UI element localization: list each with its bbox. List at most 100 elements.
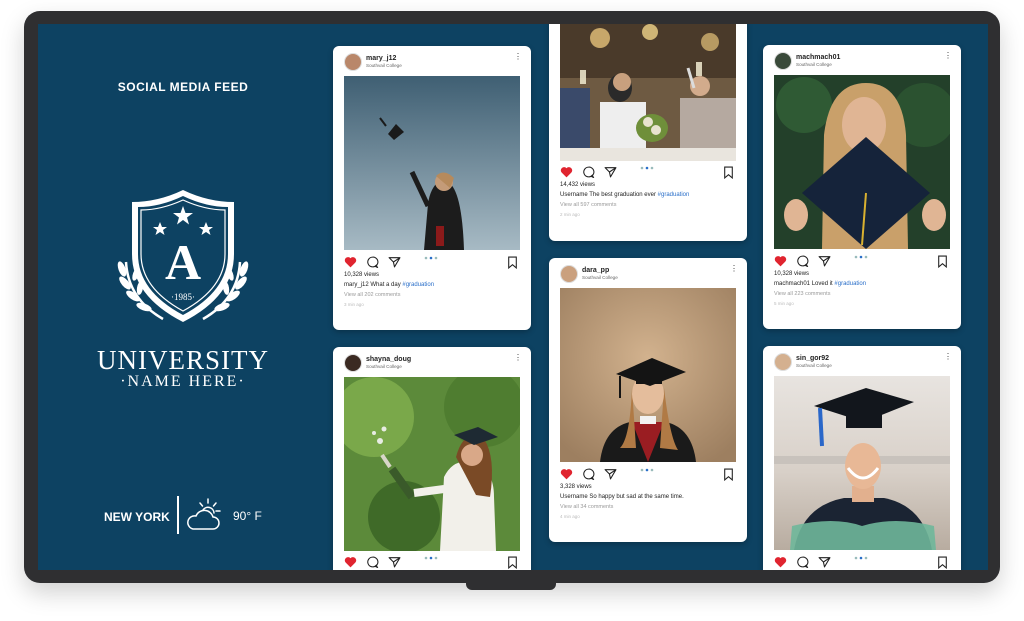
bookmark-icon[interactable] bbox=[723, 166, 734, 179]
feed-title: SOCIAL MEDIA FEED bbox=[117, 80, 249, 94]
hashtag-link[interactable]: #graduation bbox=[834, 281, 866, 287]
post-username[interactable]: shayna_doug bbox=[366, 356, 411, 363]
bookmark-icon[interactable] bbox=[937, 255, 948, 268]
heart-icon[interactable] bbox=[560, 166, 573, 178]
post-photo[interactable] bbox=[560, 288, 736, 462]
city-label: NEW YORK bbox=[104, 510, 170, 524]
share-icon[interactable] bbox=[388, 256, 401, 268]
weather-widget: NEW YORK 90° F bbox=[38, 496, 328, 536]
post-username[interactable]: dara_pp bbox=[582, 267, 609, 274]
post-username[interactable]: mary_j12 bbox=[366, 55, 396, 62]
post-card-banquet[interactable]: 14,432 views Username The best graduatio… bbox=[549, 24, 747, 241]
share-icon[interactable] bbox=[604, 468, 617, 480]
comment-icon[interactable] bbox=[796, 556, 809, 568]
post-college: Southvail College bbox=[796, 363, 832, 368]
post-photo[interactable] bbox=[560, 24, 736, 161]
more-options-icon[interactable]: ⋮ bbox=[944, 52, 952, 60]
post-college: Southvail College bbox=[366, 63, 402, 68]
heart-icon[interactable] bbox=[344, 256, 357, 268]
avatar[interactable] bbox=[774, 52, 792, 70]
more-options-icon[interactable]: ⋮ bbox=[730, 265, 738, 273]
post-username[interactable]: machmach01 bbox=[796, 54, 840, 61]
post-time: 2 min ago bbox=[560, 212, 580, 217]
post-views: 3,328 views bbox=[560, 484, 592, 490]
post-card-mary-j12[interactable]: mary_j12 Southvail College ⋮ 10,328 view… bbox=[333, 46, 531, 330]
avatar[interactable] bbox=[560, 265, 578, 283]
bookmark-icon[interactable] bbox=[937, 556, 948, 569]
post-college: Southvail College bbox=[582, 275, 618, 280]
post-photo[interactable] bbox=[774, 376, 950, 550]
university-name: UNIVERSITY bbox=[97, 345, 269, 375]
post-caption: Username So happy but sad at the same ti… bbox=[560, 494, 684, 500]
post-card-shayna-doug[interactable]: shayna_doug Southvail College ⋮ bbox=[333, 347, 531, 570]
post-card-sin-gor92[interactable]: sin_gor92 Southvail College ⋮ bbox=[763, 346, 961, 570]
post-college: Southvail College bbox=[796, 62, 832, 67]
post-header: sin_gor92 Southvail College ⋮ bbox=[763, 346, 961, 374]
share-icon[interactable] bbox=[818, 255, 831, 267]
post-actions bbox=[560, 468, 736, 482]
heart-icon[interactable] bbox=[344, 556, 357, 568]
weather-divider bbox=[177, 496, 179, 534]
share-icon[interactable] bbox=[388, 556, 401, 568]
carousel-dots bbox=[424, 556, 438, 560]
view-comments-link[interactable]: View all 597 comments bbox=[560, 202, 616, 208]
post-time: 3 min ago bbox=[344, 302, 364, 307]
post-actions bbox=[774, 255, 950, 269]
crest-letter: A bbox=[165, 234, 201, 290]
heart-icon[interactable] bbox=[774, 556, 787, 568]
view-comments-link[interactable]: View all 223 comments bbox=[774, 291, 830, 297]
post-header: shayna_doug Southvail College ⋮ bbox=[333, 347, 531, 375]
avatar[interactable] bbox=[774, 353, 792, 371]
comment-icon[interactable] bbox=[796, 255, 809, 267]
temperature-label: 90° F bbox=[233, 509, 262, 523]
post-actions bbox=[344, 556, 520, 570]
heart-icon[interactable] bbox=[774, 255, 787, 267]
bookmark-icon[interactable] bbox=[723, 468, 734, 481]
post-actions bbox=[560, 166, 736, 180]
more-options-icon[interactable]: ⋮ bbox=[514, 53, 522, 61]
bookmark-icon[interactable] bbox=[507, 556, 518, 569]
share-icon[interactable] bbox=[604, 166, 617, 178]
screen: SOCIAL MEDIA FEED A ·1985· UNIVERSITY ·N… bbox=[38, 24, 988, 570]
more-options-icon[interactable]: ⋮ bbox=[944, 353, 952, 361]
post-actions bbox=[774, 556, 950, 570]
hashtag-link[interactable]: #graduation bbox=[658, 192, 690, 198]
carousel-dots bbox=[854, 255, 868, 259]
bookmark-icon[interactable] bbox=[507, 256, 518, 269]
post-photo[interactable] bbox=[774, 75, 950, 249]
post-photo[interactable] bbox=[344, 76, 520, 250]
sidebar: SOCIAL MEDIA FEED A ·1985· UNIVERSITY ·N… bbox=[38, 24, 328, 570]
comment-icon[interactable] bbox=[366, 256, 379, 268]
post-time: 4 min ago bbox=[560, 514, 580, 519]
avatar[interactable] bbox=[344, 53, 362, 71]
post-views: 10,328 views bbox=[344, 272, 380, 278]
comment-icon[interactable] bbox=[366, 556, 379, 568]
share-icon[interactable] bbox=[818, 556, 831, 568]
post-header: machmach01 Southvail College ⋮ bbox=[763, 45, 961, 73]
comment-icon[interactable] bbox=[582, 468, 595, 480]
heart-icon[interactable] bbox=[560, 468, 573, 480]
avatar[interactable] bbox=[344, 354, 362, 372]
cloud-sun-icon bbox=[187, 498, 221, 530]
view-comments-link[interactable]: View all 34 comments bbox=[560, 504, 613, 510]
post-card-dara-pp[interactable]: dara_pp Southvail College ⋮ 3,328 views … bbox=[549, 258, 747, 542]
carousel-dots bbox=[424, 256, 438, 260]
view-comments-link[interactable]: View all 202 comments bbox=[344, 292, 400, 298]
post-header: dara_pp Southvail College ⋮ bbox=[549, 258, 747, 286]
post-time: 5 min ago bbox=[774, 301, 794, 306]
university-crest-icon: A ·1985· bbox=[117, 190, 249, 322]
more-options-icon[interactable]: ⋮ bbox=[514, 354, 522, 362]
comment-icon[interactable] bbox=[582, 166, 595, 178]
post-username[interactable]: sin_gor92 bbox=[796, 355, 829, 362]
post-photo[interactable] bbox=[344, 377, 520, 551]
crest-year: ·1985· bbox=[171, 292, 195, 302]
post-card-machmach01[interactable]: machmach01 Southvail College ⋮ 10,328 vi… bbox=[763, 45, 961, 329]
university-subname: ·NAME HERE· bbox=[120, 373, 246, 390]
carousel-dots bbox=[854, 556, 868, 560]
post-header: mary_j12 Southvail College ⋮ bbox=[333, 46, 531, 74]
post-actions bbox=[344, 256, 520, 270]
post-college: Southvail College bbox=[366, 364, 402, 369]
hashtag-link[interactable]: #graduation bbox=[402, 282, 434, 288]
carousel-dots bbox=[640, 166, 654, 170]
post-caption: Username The best graduation ever #gradu… bbox=[560, 192, 690, 198]
